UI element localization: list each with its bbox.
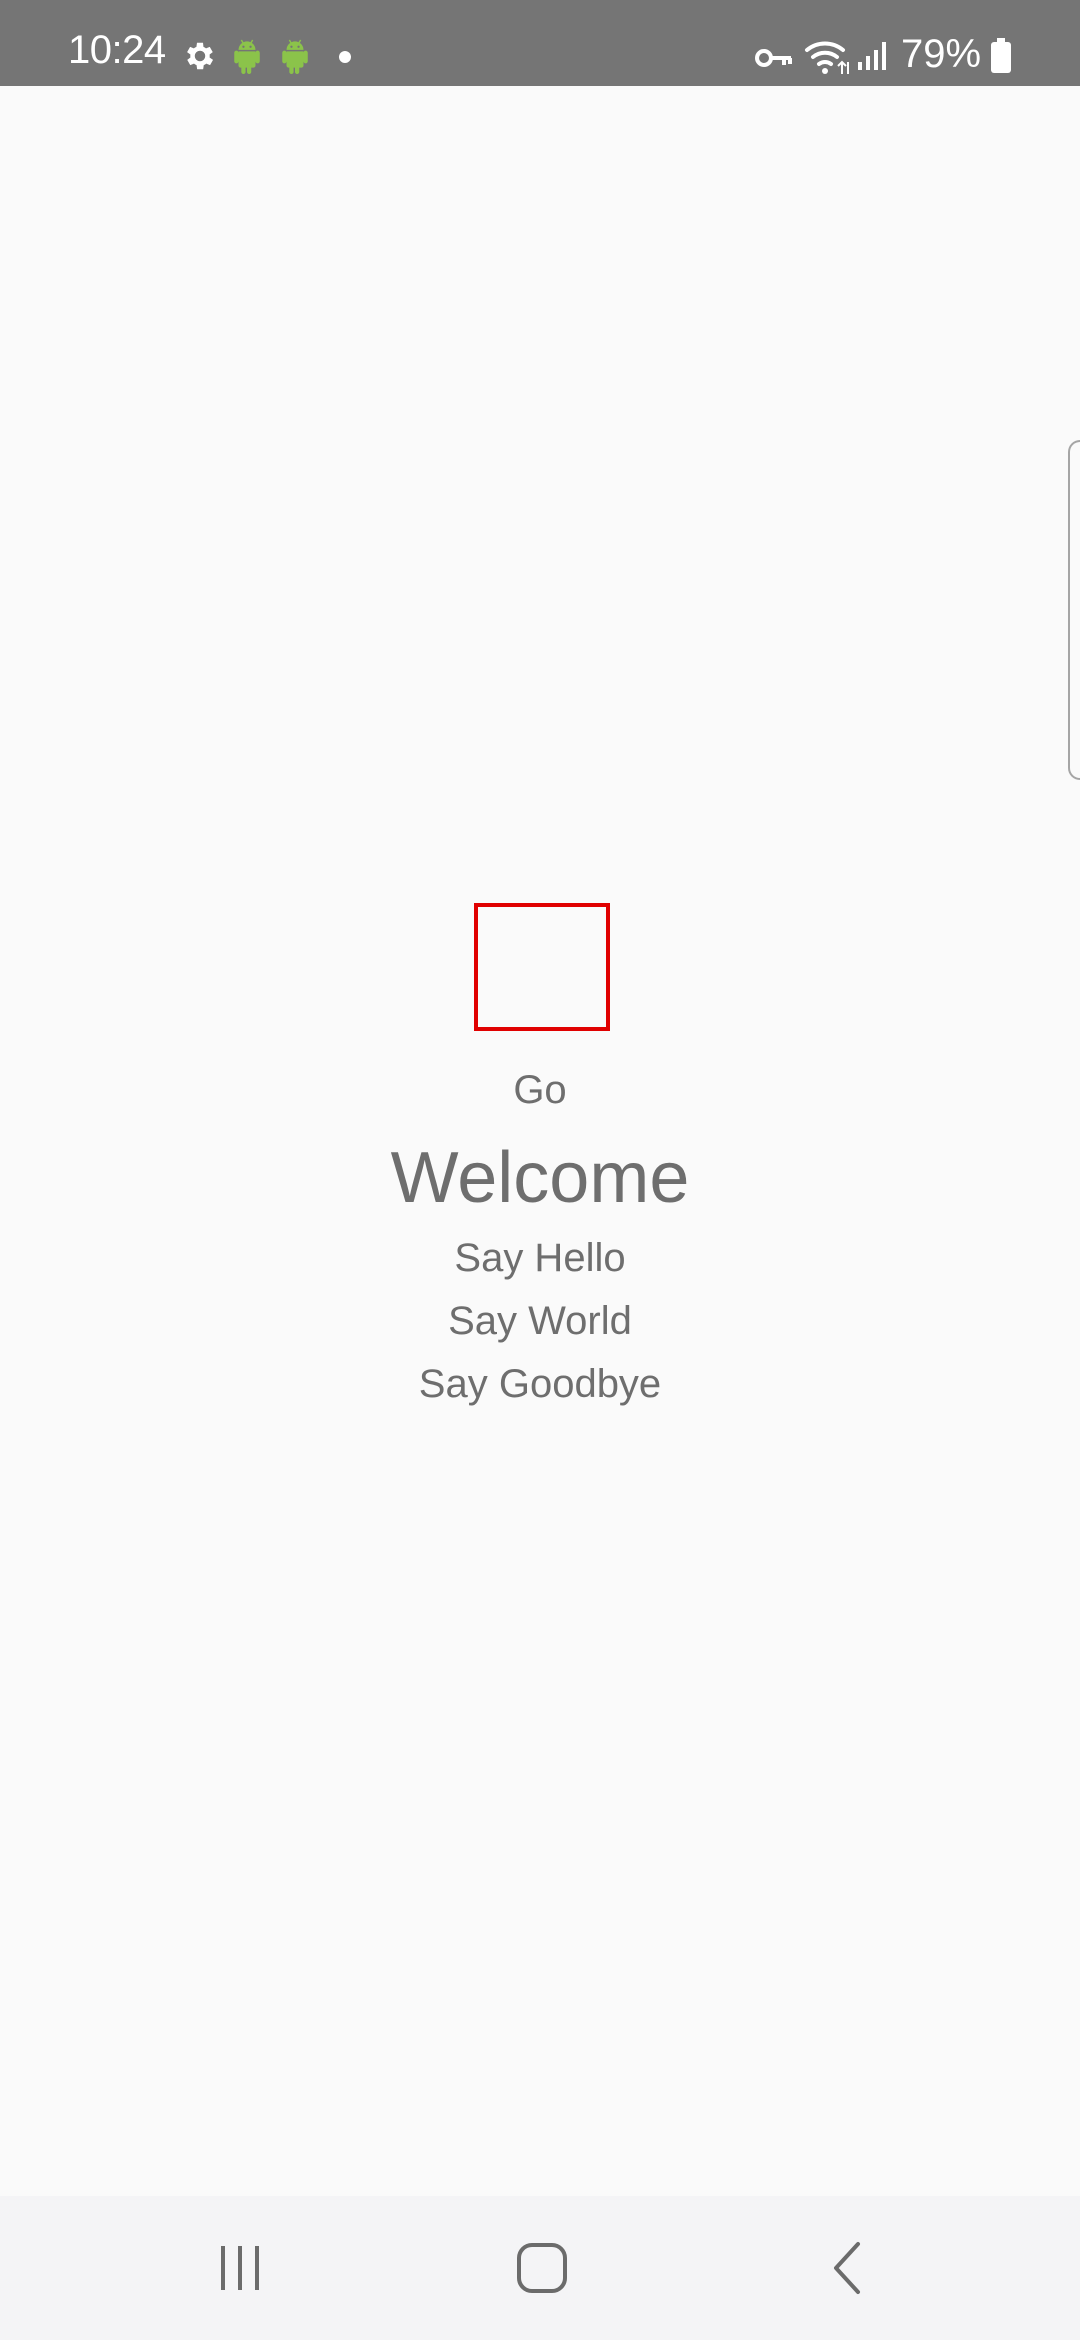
home-button[interactable] <box>442 2196 642 2340</box>
status-time: 10:24 <box>68 28 166 72</box>
welcome-title: Welcome <box>390 1138 690 1218</box>
say-world-item[interactable]: Say World <box>0 1301 1080 1341</box>
android-icon <box>234 39 260 74</box>
recent-apps-icon <box>221 2246 259 2290</box>
say-goodbye-item[interactable]: Say Goodbye <box>0 1364 1080 1404</box>
back-button[interactable] <box>746 2196 946 2340</box>
settings-gear-icon <box>187 42 214 70</box>
wifi-icon <box>805 41 849 74</box>
signal-icon <box>858 42 886 70</box>
navigation-bar <box>0 2196 1080 2340</box>
back-icon <box>834 2242 860 2294</box>
battery-percent: 79% <box>901 32 982 76</box>
battery-icon <box>991 38 1011 73</box>
vpn-key-icon <box>755 49 792 67</box>
android-icon <box>282 39 308 74</box>
notification-dot-icon <box>339 51 351 63</box>
edge-panel-handle[interactable] <box>1068 440 1080 780</box>
recent-apps-button[interactable] <box>140 2196 340 2340</box>
go-button[interactable]: Go <box>0 1070 1080 1110</box>
highlight-box[interactable] <box>474 903 610 1031</box>
say-hello-item[interactable]: Say Hello <box>0 1238 1080 1278</box>
home-icon <box>517 2243 567 2293</box>
status-bar: 10:24 79% <box>0 0 1080 86</box>
